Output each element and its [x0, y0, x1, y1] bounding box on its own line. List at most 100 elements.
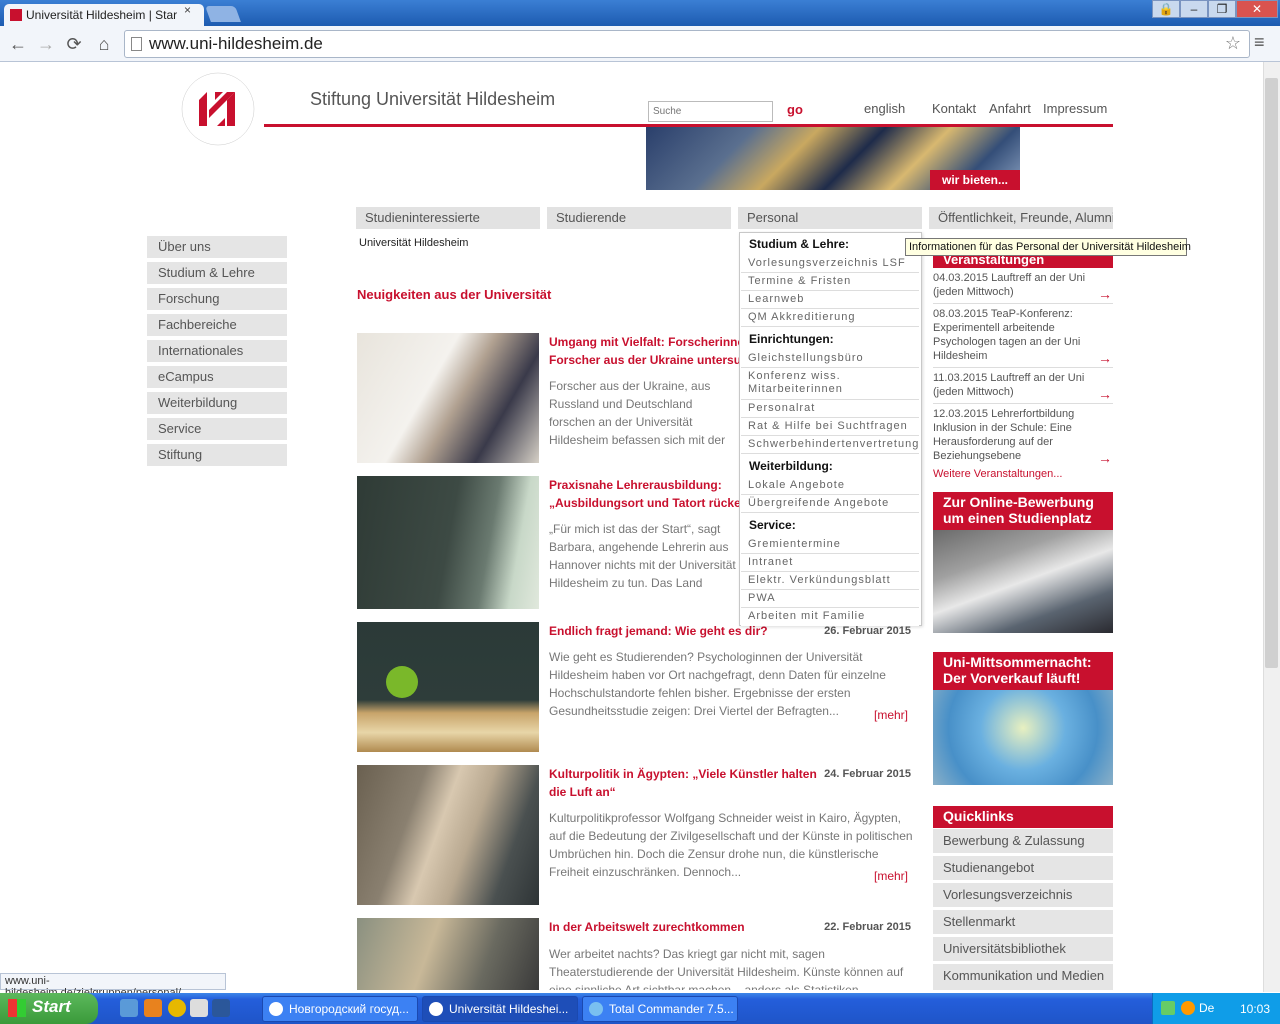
taskbar-item[interactable]: Universität Hildeshei...: [422, 996, 578, 1022]
dropdown-item[interactable]: Vorlesungsverzeichnis LSF: [741, 255, 919, 273]
sidenav-studium-lehre[interactable]: Studium & Lehre: [147, 262, 287, 284]
arrow-right-icon[interactable]: →: [1098, 286, 1112, 302]
event-item[interactable]: 04.03.2015 Lauftreff an der Uni (jeden M…: [933, 271, 1093, 299]
tab-close-icon[interactable]: ×: [184, 3, 191, 17]
breadcrumb[interactable]: Universität Hildesheim: [359, 237, 468, 249]
sidenav-weiterbildung[interactable]: Weiterbildung: [147, 392, 287, 414]
clock[interactable]: 10:03: [1240, 1002, 1270, 1016]
forward-arrow-icon[interactable]: →: [34, 32, 58, 56]
news-body: Forscher aus der Ukraine, aus Russland u…: [549, 379, 726, 447]
dropdown-item[interactable]: Lokale Angebote: [741, 477, 919, 495]
event-item[interactable]: 08.03.2015 TeaP-Konferenz: Experimentell…: [933, 307, 1093, 363]
chrome-menu-icon[interactable]: ≡: [1254, 32, 1265, 53]
back-arrow-icon[interactable]: ←: [6, 32, 30, 56]
quicklink-studienangebot[interactable]: Studienangebot: [933, 856, 1113, 880]
taskbar-item-label: Новгородский госуд...: [289, 1002, 409, 1016]
dropdown-item[interactable]: Intranet: [741, 554, 919, 572]
dropdown-item[interactable]: Personalrat: [741, 400, 919, 418]
news-more-link[interactable]: [mehr]: [874, 869, 908, 883]
profile-button[interactable]: 🔒: [1152, 0, 1180, 18]
impressum-link[interactable]: Impressum: [1043, 101, 1107, 116]
quicklink-stellenmarkt[interactable]: Stellenmarkt: [933, 910, 1113, 934]
news-date: 22. Februar 2015: [824, 921, 911, 933]
dropdown-item[interactable]: Gremientermine: [741, 536, 919, 554]
arrow-right-icon[interactable]: →: [1098, 386, 1112, 402]
quicklink-vorlesungsverzeichnis[interactable]: Vorlesungsverzeichnis: [933, 883, 1113, 907]
sidenav-stiftung[interactable]: Stiftung: [147, 444, 287, 466]
lecture-hall-image[interactable]: [933, 530, 1113, 633]
arrow-right-icon[interactable]: →: [1098, 450, 1112, 466]
search-input[interactable]: [648, 101, 773, 122]
search-go-button[interactable]: go: [787, 102, 803, 117]
arrow-right-icon[interactable]: →: [1098, 350, 1112, 366]
dropdown-item[interactable]: Arbeiten mit Familie: [741, 608, 919, 626]
news-title[interactable]: In der Arbeitswelt zurechtkommen: [549, 918, 819, 936]
ie-icon[interactable]: [120, 999, 138, 1017]
minimize-button[interactable]: –: [1180, 0, 1208, 18]
dropdown-item[interactable]: Übergreifende Angebote: [741, 495, 919, 513]
dropdown-item[interactable]: Konferenz wiss. Mitarbeiterinnen: [741, 368, 871, 400]
more-events-link[interactable]: Weitere Veranstaltungen...: [933, 468, 1062, 480]
close-window-button[interactable]: ✕: [1236, 0, 1278, 18]
save-icon[interactable]: [190, 999, 208, 1017]
quicklink-bewerbung[interactable]: Bewerbung & Zulassung: [933, 829, 1113, 853]
word-icon[interactable]: [212, 999, 230, 1017]
scrollbar-thumb[interactable]: [1265, 78, 1278, 668]
sidenav-fachbereiche[interactable]: Fachbereiche: [147, 314, 287, 336]
dropdown-item[interactable]: Schwerbehindertenvertretung: [741, 436, 919, 454]
mittsommernacht-promo-heading[interactable]: Uni-Mittsommernacht: Der Vorverkauf läuf…: [933, 652, 1113, 690]
taskbar-item[interactable]: Новгородский госуд...: [262, 996, 418, 1022]
reload-icon[interactable]: ⟳: [62, 32, 86, 56]
mainnav-studieninteressierte[interactable]: Studieninteressierte: [356, 207, 540, 229]
quicklink-bibliothek[interactable]: Universitätsbibliothek: [933, 937, 1113, 961]
university-logo[interactable]: [175, 70, 261, 148]
quicklink-kommunikation[interactable]: Kommunikation und Medien: [933, 964, 1113, 990]
maypole-image[interactable]: [933, 690, 1113, 785]
address-bar[interactable]: www.uni-hildesheim.de ☆: [124, 30, 1250, 58]
anfahrt-link[interactable]: Anfahrt: [989, 101, 1031, 116]
dropdown-item[interactable]: Learnweb: [741, 291, 919, 309]
network-icon[interactable]: [1161, 1001, 1175, 1015]
new-tab-button[interactable]: [205, 6, 241, 22]
sidenav-ecampus[interactable]: eCampus: [147, 366, 287, 388]
page-icon: [131, 37, 142, 51]
language-indicator[interactable]: De: [1199, 1001, 1214, 1015]
browser-tab[interactable]: Universität Hildesheim | Star: [4, 4, 204, 26]
mainnav-studierende[interactable]: Studierende: [547, 207, 731, 229]
event-item[interactable]: 11.03.2015 Lauftreff an der Uni (jeden M…: [933, 371, 1093, 399]
chrome-icon[interactable]: [168, 999, 186, 1017]
dropdown-item[interactable]: Termine & Fristen: [741, 273, 919, 291]
news-image[interactable]: [357, 333, 539, 463]
dropdown-item[interactable]: QM Akkreditierung: [741, 309, 919, 327]
start-button[interactable]: Start: [0, 993, 98, 1024]
taskbar-item[interactable]: Total Commander 7.5...: [582, 996, 738, 1022]
sidenav-internationales[interactable]: Internationales: [147, 340, 287, 362]
dropdown-item[interactable]: Rat & Hilfe bei Suchtfragen: [741, 418, 919, 436]
tray-app-icon[interactable]: [1181, 1001, 1195, 1015]
sidenav-ueber-uns[interactable]: Über uns: [147, 236, 287, 258]
news-more-link[interactable]: [mehr]: [874, 708, 908, 722]
dropdown-item[interactable]: Elektr. Verkündungsblatt: [741, 572, 919, 590]
mainnav-personal[interactable]: Personal: [738, 207, 922, 229]
maximize-button[interactable]: ❐: [1208, 0, 1236, 18]
sidenav-service[interactable]: Service: [147, 418, 287, 440]
home-icon[interactable]: ⌂: [92, 32, 116, 56]
news-image[interactable]: [357, 765, 539, 905]
sidenav-forschung[interactable]: Forschung: [147, 288, 287, 310]
browser-toolbar: ← → ⟳ ⌂ www.uni-hildesheim.de ☆ ≡: [0, 26, 1280, 62]
bookmark-star-icon[interactable]: ☆: [1225, 33, 1241, 54]
kontakt-link[interactable]: Kontakt: [932, 101, 976, 116]
dropdown-item[interactable]: Gleichstellungsbüro: [741, 350, 919, 368]
dropdown-item[interactable]: PWA: [741, 590, 919, 608]
news-image[interactable]: [357, 918, 539, 990]
news-image[interactable]: [357, 622, 539, 752]
english-link[interactable]: english: [864, 101, 905, 116]
news-title[interactable]: Kulturpolitik in Ägypten: „Viele Künstle…: [549, 765, 819, 801]
wir-bieten-button[interactable]: wir bieten...: [930, 170, 1020, 190]
firefox-icon[interactable]: [144, 999, 162, 1017]
news-date: 26. Februar 2015: [824, 625, 911, 637]
news-image[interactable]: [357, 476, 539, 609]
bewerbung-promo-heading[interactable]: Zur Online-Bewerbung um einen Studienpla…: [933, 492, 1113, 530]
mainnav-oeffentlichkeit[interactable]: Öffentlichkeit, Freunde, Alumni: [929, 207, 1113, 229]
event-item[interactable]: 12.03.2015 Lehrerfortbildung Inklusion i…: [933, 407, 1093, 463]
